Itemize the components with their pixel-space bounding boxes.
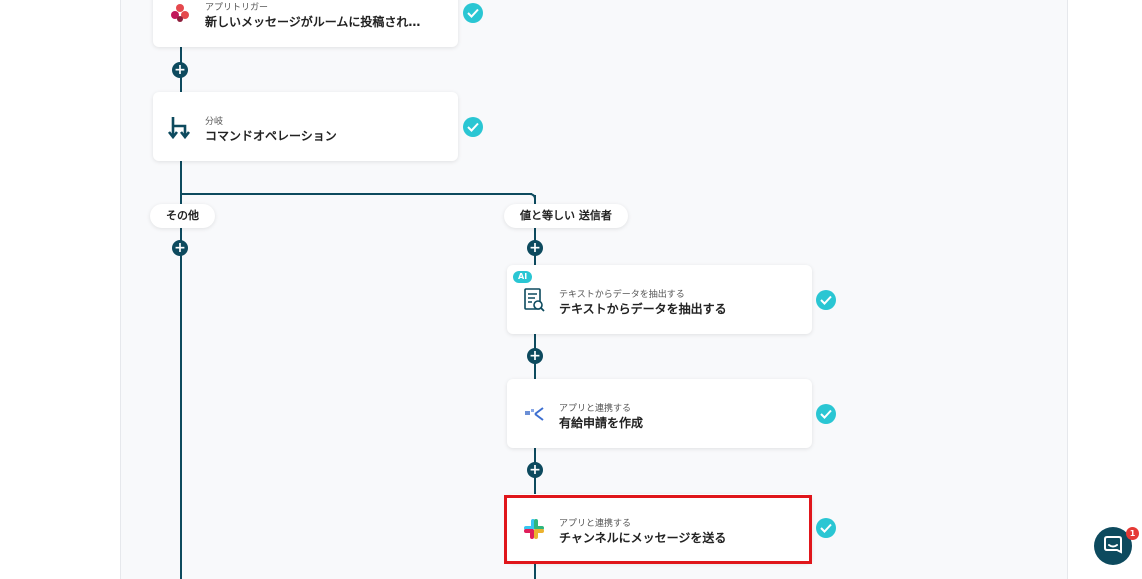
node-title: 新しいメッセージがルームに投稿され… xyxy=(205,15,421,29)
node-title: 有給申請を作成 xyxy=(559,416,644,430)
chatwork-icon xyxy=(167,0,193,26)
extract-node[interactable]: AI テキストからデータを抽出する テキストからデータを抽出する xyxy=(507,265,812,334)
trigger-node[interactable]: アプリトリガー 新しいメッセージがルームに投稿され… xyxy=(153,0,458,47)
check-icon xyxy=(816,518,836,538)
connector-line xyxy=(180,193,532,195)
check-icon xyxy=(463,3,483,23)
unread-badge: 1 xyxy=(1126,527,1139,540)
ai-badge: AI xyxy=(513,271,533,283)
node-title: テキストからデータを抽出する xyxy=(559,302,727,316)
check-icon xyxy=(463,117,483,137)
add-step-button[interactable]: + xyxy=(527,348,543,364)
add-step-button[interactable]: + xyxy=(172,240,188,256)
check-icon xyxy=(816,290,836,310)
node-subtitle: テキストからデータを抽出する xyxy=(559,290,685,300)
branch-label-match[interactable]: 値と等しい 送信者 xyxy=(504,204,628,228)
node-subtitle: アプリと連携する xyxy=(559,404,632,414)
branch-icon xyxy=(167,114,193,140)
workflow-app-icon xyxy=(521,401,547,427)
branch-label-else[interactable]: その他 xyxy=(150,204,215,228)
add-step-button[interactable]: + xyxy=(527,462,543,478)
node-subtitle: 分岐 xyxy=(205,117,224,127)
add-step-button[interactable]: + xyxy=(172,62,188,78)
check-icon xyxy=(816,404,836,424)
add-step-button[interactable]: + xyxy=(527,240,543,256)
highlight-box xyxy=(504,495,812,564)
node-subtitle: アプリトリガー xyxy=(205,3,269,13)
document-search-icon xyxy=(521,287,547,313)
branch-node[interactable]: 分岐 コマンドオペレーション xyxy=(153,92,458,161)
leave-request-node[interactable]: アプリと連携する 有給申請を作成 xyxy=(507,379,812,448)
node-title: コマンドオペレーション xyxy=(205,129,337,143)
